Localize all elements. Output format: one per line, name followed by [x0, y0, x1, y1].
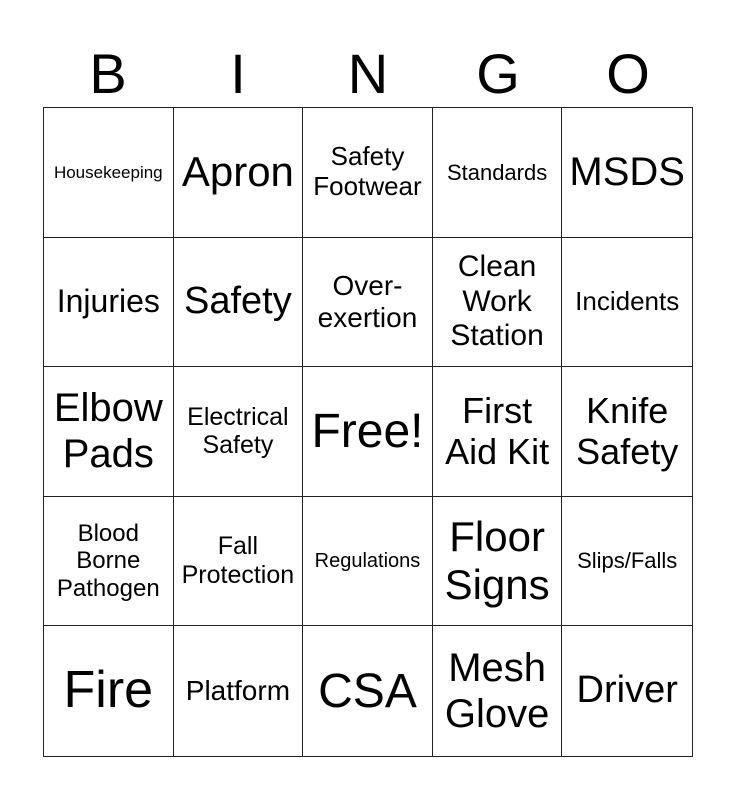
bingo-cell-text: Platform	[185, 675, 291, 707]
bingo-cell[interactable]: Injuries	[44, 237, 174, 368]
bingo-cell[interactable]: Safety Footwear	[303, 108, 433, 238]
bingo-cell-text: Safety Footwear	[313, 141, 422, 202]
bingo-cell[interactable]: Over-exertion	[303, 237, 433, 368]
bingo-cell[interactable]: Platform	[174, 626, 304, 756]
bingo-cell-text: Clean Work Station	[450, 250, 544, 353]
header-letter-g: G	[476, 42, 520, 105]
bingo-cell[interactable]: Safety	[173, 237, 304, 368]
bingo-cell-text: Fall Protection	[181, 532, 295, 590]
bingo-cell-text: MSDS	[569, 150, 685, 195]
bingo-card-grid: Housekeeping Apron Safety Footwear Standard…	[43, 107, 693, 757]
bingo-cell-text: Knife Safety	[576, 390, 679, 473]
bingo-cell[interactable]: Fire	[44, 626, 174, 756]
bingo-cell[interactable]: Slips/Falls	[562, 497, 692, 627]
bingo-cell-text: Driver	[576, 669, 678, 712]
bingo-cell[interactable]: Free!	[303, 367, 433, 497]
bingo-cell[interactable]: Mesh Glove	[433, 626, 563, 756]
bingo-cell-text: Safety	[184, 280, 292, 323]
bingo-cell-text: Injuries	[56, 283, 160, 320]
bingo-cell[interactable]: CSA	[303, 626, 433, 756]
bingo-cell-text: First Aid Kit	[445, 390, 550, 473]
bingo-cell-text: Blood Borne Pathogen	[56, 519, 160, 602]
header-letter-b: B	[89, 42, 127, 105]
header-letter-n: N	[347, 42, 389, 105]
bingo-cell-text: Floor Signs	[444, 512, 550, 609]
bingo-cell[interactable]: Fall Protection	[173, 496, 304, 627]
bingo-cell-text: Apron	[181, 148, 294, 196]
bingo-cell[interactable]: Apron	[173, 108, 304, 238]
bingo-cell[interactable]: MSDS	[562, 108, 692, 238]
bingo-cell-text: Fire	[63, 661, 154, 720]
bingo-cell[interactable]: Housekeeping	[44, 108, 174, 238]
bingo-cell-text: Free!	[311, 404, 424, 458]
bingo-cell-text: Housekeeping	[53, 162, 163, 182]
bingo-cell-text: Electrical Safety	[187, 402, 289, 460]
header-letter-o: O	[606, 42, 650, 105]
bingo-cell-text: Slips/Falls	[577, 548, 678, 574]
bingo-cell[interactable]: Floor Signs	[432, 496, 563, 627]
bingo-cell-text: Standards	[446, 159, 548, 185]
bingo-cell[interactable]: Clean Work Station	[432, 237, 563, 368]
bingo-cell[interactable]: First Aid Kit	[432, 367, 563, 497]
bingo-cell-text: Mesh Glove	[444, 646, 550, 737]
bingo-cell-text: CSA	[318, 664, 417, 718]
bingo-cell[interactable]: Knife Safety	[562, 367, 692, 497]
bingo-cell-text: Incidents	[575, 285, 680, 316]
bingo-cell-text: Elbow Pads	[53, 386, 163, 477]
bingo-cell[interactable]: Elbow Pads	[44, 367, 174, 497]
bingo-cell[interactable]: Driver	[562, 626, 692, 756]
bingo-cell-text: Over-exertion	[317, 269, 418, 333]
bingo-cell-text: Regulations	[314, 549, 421, 572]
bingo-cell[interactable]: Standards	[432, 108, 563, 238]
bingo-cell[interactable]: Blood Borne Pathogen	[44, 496, 174, 627]
bingo-cell[interactable]: Regulations	[303, 496, 433, 627]
bingo-header: B I N G O	[43, 46, 693, 102]
bingo-cell[interactable]: Electrical Safety	[173, 367, 304, 497]
header-letter-i: I	[230, 42, 246, 105]
bingo-cell[interactable]: Incidents	[562, 238, 692, 368]
